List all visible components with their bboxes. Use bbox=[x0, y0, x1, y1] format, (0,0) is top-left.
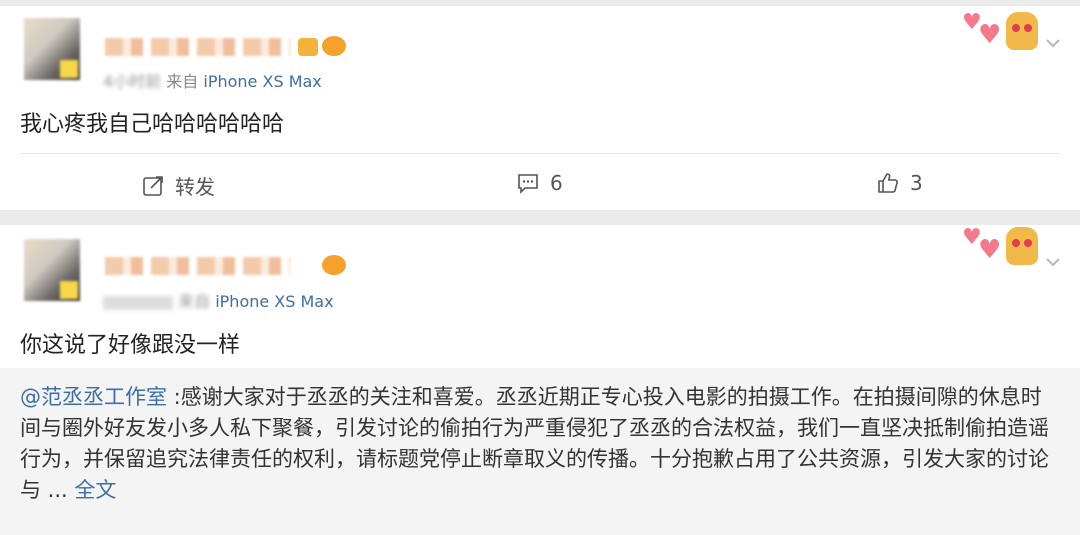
fan-badge-icon bbox=[322, 36, 346, 56]
member-badge-icon bbox=[298, 38, 318, 56]
like-icon bbox=[878, 173, 898, 193]
username-blurred[interactable] bbox=[105, 257, 290, 275]
post-meta: 4小时前 来自 iPhone XS Max bbox=[103, 72, 322, 91]
fan-badge-icon bbox=[322, 255, 346, 275]
divider bbox=[20, 153, 1060, 154]
post-meta: 来自 iPhone XS Max bbox=[103, 288, 334, 312]
repost-button[interactable]: 转发 bbox=[141, 171, 215, 200]
avatar[interactable] bbox=[24, 18, 80, 80]
heart-icon: ♥ bbox=[978, 235, 1002, 265]
heart-icon: ♥ bbox=[978, 20, 1002, 50]
avatar[interactable] bbox=[24, 239, 80, 301]
quoted-post-text: @范丞丞工作室 :感谢大家对于丞丞的关注和喜爱。丞丞近期正专心投入电影的拍摄工作… bbox=[20, 385, 1049, 502]
weibo-comment-card: 4小时前 来自 iPhone XS Max ♥ ♥ 我心疼我自己哈哈哈哈哈哈 转… bbox=[0, 6, 1080, 210]
quoted-post[interactable]: @范丞丞工作室 :感谢大家对于丞丞的关注和喜爱。丞丞近期正专心投入电影的拍摄工作… bbox=[0, 368, 1080, 535]
username-blurred[interactable] bbox=[105, 38, 290, 56]
mention-link[interactable]: @范丞丞工作室 bbox=[20, 385, 167, 409]
full-text-link[interactable]: 全文 bbox=[74, 478, 116, 502]
cat-sticker-icon bbox=[1006, 12, 1038, 50]
like-button[interactable]: 3 bbox=[876, 171, 923, 195]
decoration-sticker: ♥ ♥ bbox=[962, 225, 1042, 273]
comment-icon bbox=[518, 174, 538, 194]
post-text: 我心疼我自己哈哈哈哈哈哈 bbox=[20, 112, 285, 137]
repost-icon bbox=[143, 175, 163, 196]
time-blurred bbox=[103, 295, 173, 310]
post-text: 你这说了好像跟没一样 bbox=[20, 333, 241, 358]
cat-sticker-icon bbox=[1006, 227, 1038, 265]
decoration-sticker: ♥ ♥ bbox=[962, 10, 1042, 58]
chevron-down-icon[interactable] bbox=[1044, 34, 1062, 52]
chevron-down-icon[interactable] bbox=[1044, 253, 1062, 271]
comment-button[interactable]: 6 bbox=[516, 171, 563, 195]
weibo-comment-card: 来自 iPhone XS Max ♥ ♥ 你这说了好像跟没一样 @范丞丞工作室 … bbox=[0, 225, 1080, 535]
